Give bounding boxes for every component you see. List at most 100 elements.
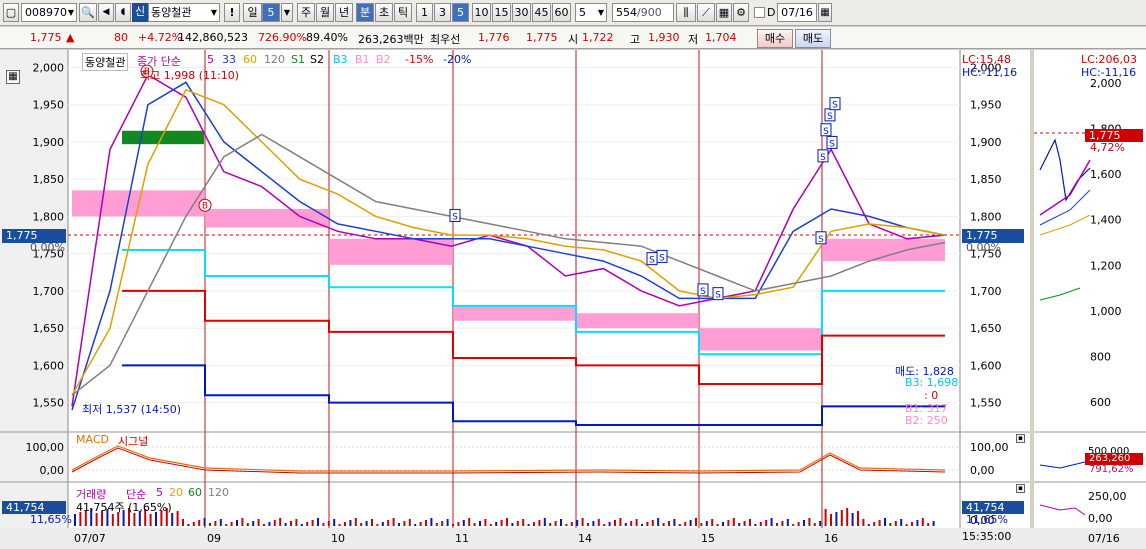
y-tick-label-right: 1,700 [970, 285, 1002, 298]
chart-canvas[interactable]: SS SS SSSSSSSBB 2,000 2,0001,950 1,9501,900 1… [0, 50, 1146, 549]
sell-signal-label: S [649, 256, 655, 266]
high-annotation: 최고 1,998 (11:10) [140, 69, 240, 82]
candle-type-icon[interactable]: ⫼ [676, 3, 696, 22]
volume-bar [365, 521, 368, 526]
volume-bar [673, 519, 676, 526]
volume-bar [743, 521, 746, 526]
signal-legend: 시그널 [118, 435, 149, 448]
speaker-icon[interactable]: ◖ [115, 3, 131, 22]
volume-bar [878, 520, 881, 526]
volume-bar [684, 522, 687, 526]
sell-button[interactable]: 매도 [795, 29, 831, 48]
interval-60-button[interactable]: 60 [552, 3, 571, 22]
pink-band [576, 313, 699, 329]
alert-icon[interactable]: ! [224, 3, 240, 22]
hc-label: HC:-11,16 [962, 66, 1018, 79]
volume-close-icon[interactable]: ▪ [1016, 484, 1025, 493]
interval-30-button[interactable]: 30 [512, 3, 531, 22]
interval-3-button[interactable]: 3 [434, 3, 451, 22]
volume-bar [608, 522, 611, 526]
volume-bar [722, 522, 724, 526]
volume-bar [846, 508, 849, 526]
count-value: 5 [579, 6, 586, 19]
volume-ratio: 726.90% [258, 31, 307, 44]
second-button[interactable]: 초 [375, 3, 393, 22]
macd-close-icon[interactable]: ▪ [1016, 434, 1025, 443]
volume-bar [236, 520, 238, 526]
interval-1-button[interactable]: 1 [416, 3, 433, 22]
volume-bar [921, 518, 924, 526]
legend-b2: B2 [376, 53, 391, 66]
week-button[interactable]: 주 [297, 3, 315, 22]
volume-bar [813, 523, 816, 526]
volume-bar [549, 523, 552, 526]
volume-bar [300, 524, 303, 526]
period-day-button[interactable]: 일 [243, 3, 262, 22]
chevron-down-icon[interactable]: ▼ [598, 4, 604, 21]
y-tick-label-right: 1,600 [970, 359, 1002, 372]
volume-bar [419, 522, 422, 526]
volume-bar [732, 518, 735, 526]
date-input[interactable]: 07/16 [777, 3, 817, 22]
search-icon[interactable]: 🔍 [79, 3, 97, 22]
month-button[interactable]: 월 [316, 3, 334, 22]
y-tick-label-right: 1,950 [970, 99, 1002, 112]
open-label: 시 [568, 33, 579, 46]
chevron-down-icon[interactable]: ▼ [281, 3, 293, 22]
interval-45-button[interactable]: 45 [532, 3, 551, 22]
volume-bar [657, 518, 660, 526]
prev-stock-icon[interactable]: ◀ [98, 3, 114, 22]
window-icon[interactable]: ▢ [3, 3, 19, 22]
ask-price: 1,776 [478, 31, 510, 44]
volume-bar [230, 522, 233, 526]
stock-code-input[interactable]: 008970 ▼ [21, 3, 77, 22]
volume-bar [533, 522, 535, 526]
macd-tick-label: 0,00 [40, 464, 65, 477]
period-value-button[interactable]: 5 [262, 3, 280, 22]
signal-line [71, 447, 946, 474]
chevron-down-icon[interactable]: ▼ [68, 4, 74, 21]
volume-bar [306, 522, 309, 526]
side-y-tick-label: 1,400 [1090, 214, 1122, 227]
interval-10-button[interactable]: 10 [472, 3, 491, 22]
volume-bar [624, 523, 627, 526]
volume-bar [770, 518, 773, 526]
calendar-icon[interactable]: ▦ [818, 3, 832, 22]
volume-bar [225, 524, 228, 526]
volume-bar [765, 520, 768, 526]
x-tick-label: 14 [578, 532, 592, 545]
volume-bar [479, 521, 481, 526]
volume-bar [414, 524, 417, 526]
volume-bar [587, 523, 589, 526]
interval-5-button[interactable]: 5 [452, 3, 469, 22]
sell-signal-label: S [818, 235, 824, 245]
buy-button[interactable]: 매수 [757, 29, 793, 48]
volume-bar [840, 510, 843, 526]
tick-button[interactable]: 틱 [394, 3, 412, 22]
date-checkbox[interactable] [754, 7, 765, 18]
volume-bar [835, 512, 838, 526]
volume-bar [381, 522, 384, 526]
chevron-down-icon[interactable]: ▼ [211, 4, 217, 21]
stock-type-badge: 신 [132, 3, 148, 22]
interval-15-button[interactable]: 15 [492, 3, 511, 22]
volume-bar [889, 523, 892, 526]
volume-bar [651, 520, 654, 526]
ma-line-120 [71, 133, 946, 396]
indicator-icon[interactable]: ⟋ [697, 3, 715, 22]
stock-name-field[interactable]: 동양철관 ▼ [148, 3, 220, 22]
chart-area[interactable]: SSSSSSSSSSSBB 2,000 2,000 1,950 1,950 1,900 1… [0, 50, 1146, 549]
chart-menu-icon[interactable]: ▦ [6, 70, 20, 84]
count-select[interactable]: 5 ▼ [575, 3, 607, 22]
grid-icon[interactable]: ▦ [716, 3, 732, 22]
settings-gear-icon[interactable]: ⚙ [733, 3, 749, 22]
volume-bar [360, 523, 363, 526]
data-count-field[interactable]: 554/900 [612, 3, 674, 22]
badge-label: 신 [134, 5, 146, 18]
vol-ma20: 20 [169, 486, 183, 499]
macd-tick-label: 100,00 [26, 441, 65, 454]
volume-bar [803, 520, 805, 526]
low-price: 1,704 [705, 31, 737, 44]
year-button[interactable]: 년 [335, 3, 353, 22]
minute-button[interactable]: 분 [356, 3, 374, 22]
